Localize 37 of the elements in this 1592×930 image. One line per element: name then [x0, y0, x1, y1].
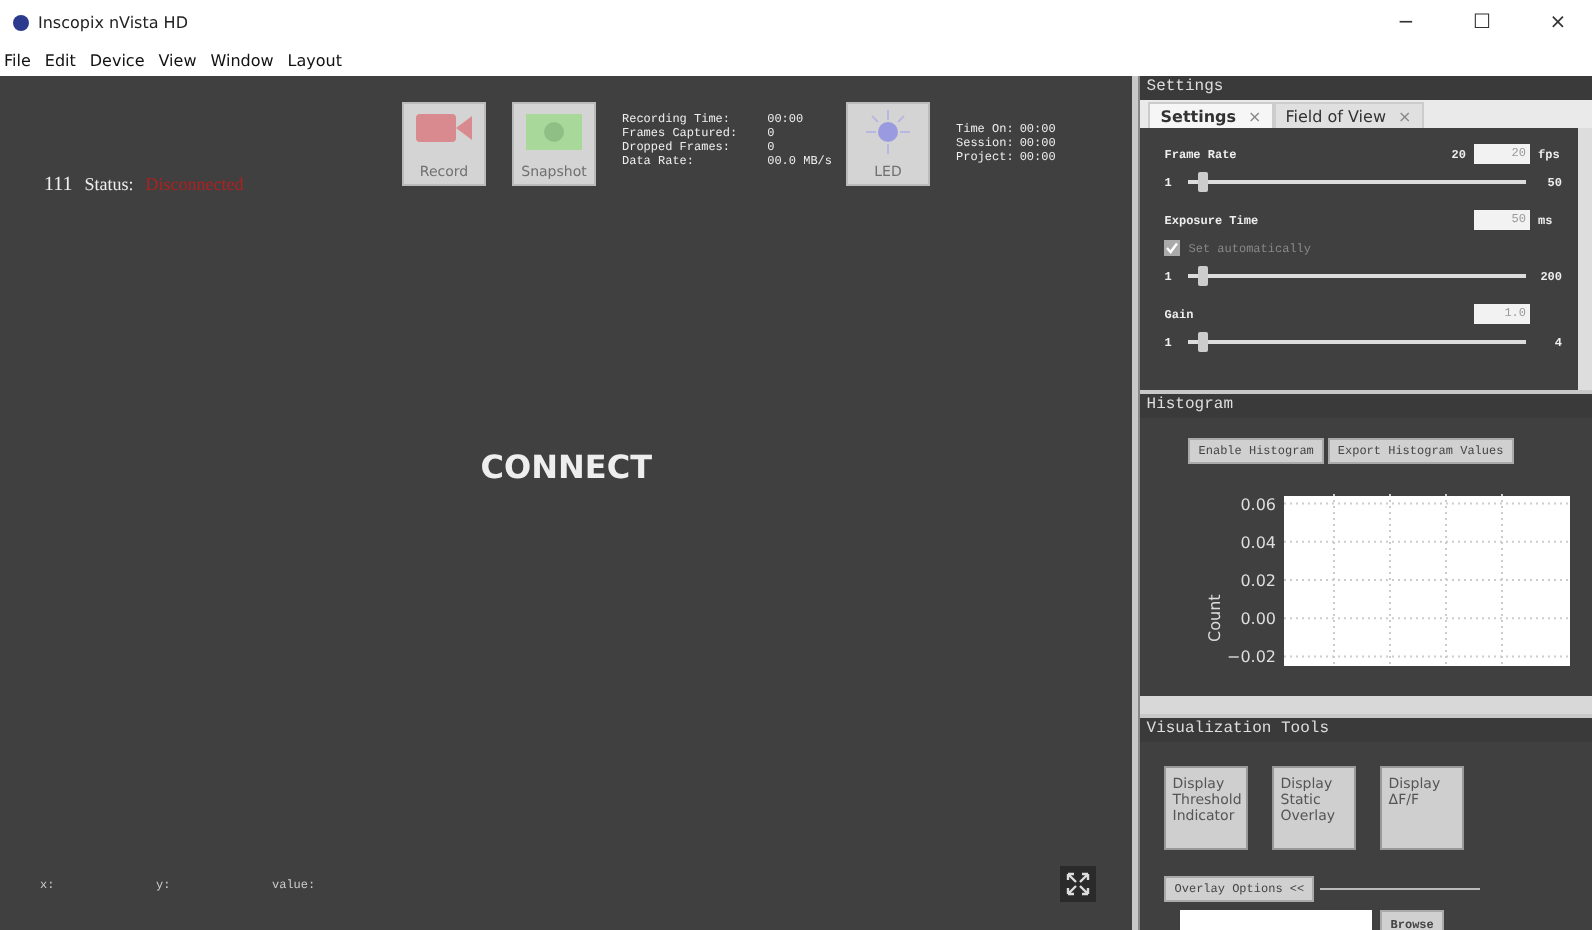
y-tick-label: 0.02 — [1240, 572, 1277, 590]
y-tick-label: 0.04 — [1240, 533, 1277, 552]
window-control[interactable]: ☐ — [1448, 11, 1516, 33]
slider-thumb[interactable] — [1198, 332, 1209, 352]
y-tick-label: −0.02 — [1227, 648, 1277, 666]
tab[interactable]: Settings × — [1148, 102, 1274, 128]
panel-title: Settings — [1140, 76, 1592, 100]
path-field[interactable] — [1180, 910, 1373, 930]
menu-item[interactable]: Layout — [287, 51, 342, 69]
sun-icon — [864, 110, 912, 154]
panel-title: Visualization Tools — [1140, 718, 1592, 742]
menu-item[interactable]: Edit — [44, 51, 76, 69]
photo-icon — [526, 110, 582, 150]
y-axis-label: Count — [1206, 594, 1225, 642]
window-control[interactable]: × — [1524, 11, 1592, 33]
connect-button[interactable]: CONNECT — [480, 447, 652, 485]
slider-thumb[interactable] — [1198, 172, 1209, 192]
panel-title: Histogram — [1140, 394, 1592, 418]
scrollbar[interactable] — [1578, 128, 1592, 390]
fullscreen-button[interactable] — [1060, 866, 1097, 902]
expand-icon — [1066, 872, 1091, 896]
scrollbar[interactable] — [1140, 696, 1592, 714]
tab[interactable]: Field of View × — [1273, 102, 1424, 128]
app-icon — [12, 13, 30, 31]
camera-icon — [416, 110, 472, 146]
menu-item[interactable]: File — [4, 51, 31, 69]
status-label: Status: — [84, 174, 134, 196]
y-tick-label: 0.00 — [1240, 610, 1277, 629]
menu-item[interactable]: Window — [210, 51, 274, 69]
device-number: 111 — [44, 174, 73, 196]
window-title: Inscopix nVista HD — [38, 13, 188, 31]
slider-thumb[interactable] — [1198, 266, 1209, 286]
window-control[interactable]: − — [1372, 11, 1440, 33]
menu-item[interactable]: Device — [89, 51, 145, 69]
y-tick-label: 0.06 — [1240, 495, 1277, 514]
status-value: Disconnected — [145, 174, 244, 196]
menu-item[interactable]: View — [158, 51, 197, 69]
